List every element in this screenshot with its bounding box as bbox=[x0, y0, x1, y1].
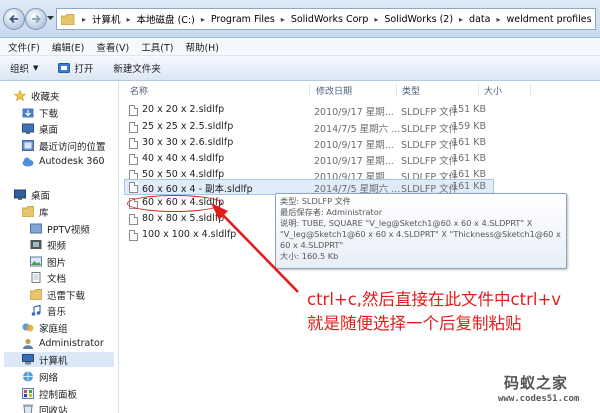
watermark-logo: 码蚁之家 bbox=[504, 374, 569, 392]
annotation-text: 就是随便选择一个后复制粘贴 bbox=[307, 314, 522, 333]
annotation-arrow-icon bbox=[211, 203, 299, 293]
watermark-url: www.codes51.com bbox=[498, 394, 580, 404]
annotation-text: ctrl+c,然后直接在此文件中ctrl+v bbox=[307, 290, 562, 309]
